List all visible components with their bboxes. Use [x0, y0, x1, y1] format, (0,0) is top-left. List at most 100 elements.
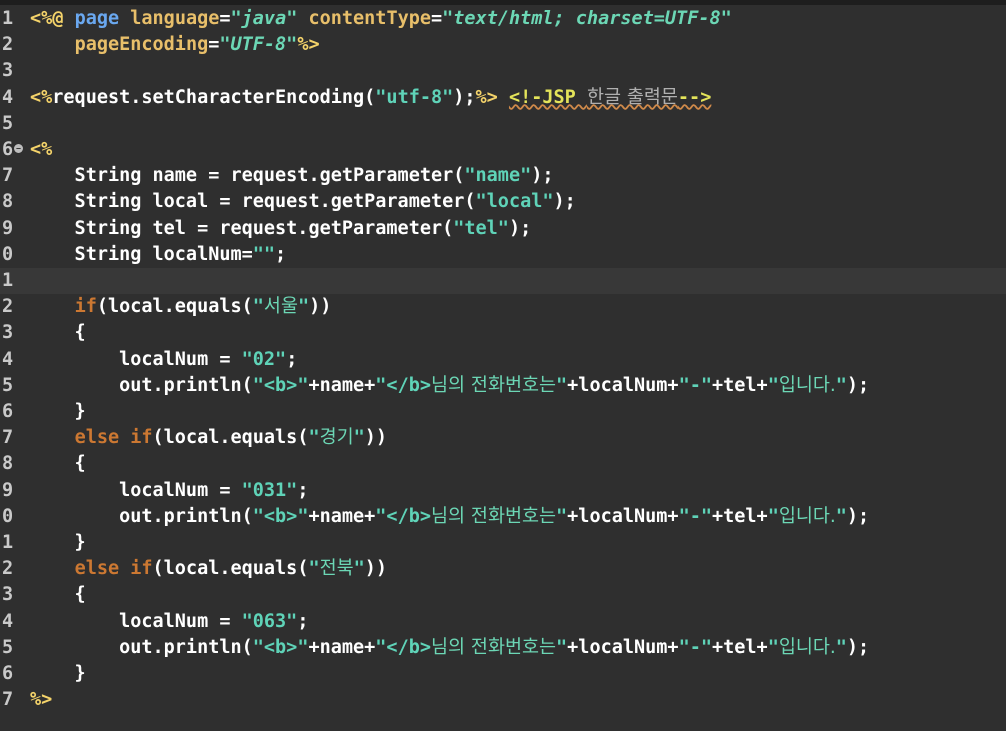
token: ; [275, 243, 287, 265]
token: localNum = [30, 479, 242, 501]
code-line[interactable]: 6 } [0, 399, 1006, 425]
code-text: <% [30, 137, 52, 163]
token: else if [74, 558, 153, 580]
token: "<b>" [252, 505, 309, 527]
code-line[interactable]: 8 String local = request.getParameter("l… [0, 189, 1006, 215]
code-line[interactable]: 8 { [0, 451, 1006, 477]
code-text: out.println("<b>"+name+"</b>님의 전화번호는"+lo… [30, 373, 869, 399]
token: String localNum= [30, 243, 253, 265]
code-line[interactable]: 1 <%@ page language="java" contentType="t… [0, 6, 1006, 32]
token: "utf-8" [375, 86, 454, 108]
code-editor[interactable]: 1 <%@ page language="java" contentType="t… [0, 0, 1006, 731]
token: { [30, 453, 86, 475]
token: (local.equals( [152, 427, 309, 449]
code-line[interactable]: 7 String name = request.getParameter("na… [0, 163, 1006, 189]
code-line[interactable]: 0 String localNum=""; [0, 242, 1006, 268]
code-line[interactable]: 5 out.println("<b>"+name+"</b>님의 전화번호는"+… [0, 635, 1006, 661]
token: String local = request.getParameter( [30, 191, 476, 213]
token: " [835, 374, 847, 396]
code-line[interactable]: 3 [0, 58, 1006, 84]
line-number: 9 [2, 217, 14, 239]
code-line[interactable]: 3 { [0, 582, 1006, 608]
code-line[interactable]: 3 { [0, 320, 1006, 346]
line-number: 7 [2, 165, 14, 187]
editor-top-border [0, 0, 1006, 5]
token: 한글 출력문 [586, 86, 678, 108]
code-line[interactable]: 4 localNum = "02"; [0, 347, 1006, 373]
token: (local.equals( [96, 296, 253, 318]
token: "tel" [453, 217, 509, 239]
code-text: } [30, 530, 86, 556]
code-line[interactable]: 0 out.println("<b>"+name+"</b>님의 전화번호는"+… [0, 504, 1006, 530]
token: ; [286, 348, 298, 370]
code-line[interactable]: 5 out.println("<b>"+name+"</b>님의 전화번호는"+… [0, 373, 1006, 399]
code-line[interactable]: 2 pageEncoding="UTF-8"%> [0, 32, 1006, 58]
line-number: 1 [2, 8, 14, 29]
code-line[interactable]: 6− <% [0, 137, 1006, 163]
token: )) [309, 296, 332, 318]
token: "java" [230, 8, 309, 29]
token: "<b>" [252, 636, 309, 658]
token: )) [364, 427, 388, 449]
token: pageEncoding [74, 34, 209, 56]
fold-toggle-icon[interactable]: − [14, 144, 23, 153]
token: String tel = request.getParameter( [30, 217, 454, 239]
code-text: <%@ page language="java" contentType="te… [30, 6, 732, 32]
token: " [556, 505, 568, 527]
code-line[interactable]: 6 } [0, 661, 1006, 687]
code-text: } [30, 399, 86, 425]
token: ); [531, 165, 554, 187]
token: +localNum+ [567, 374, 679, 396]
code-line[interactable]: 2 else if(local.equals("전북")) [0, 556, 1006, 582]
token: ); [453, 86, 476, 108]
line-number: 5 [2, 374, 14, 396]
code-text: String tel = request.getParameter("tel")… [30, 216, 532, 242]
token: " [835, 505, 847, 527]
line-number: 8 [2, 453, 14, 475]
token: %> [475, 86, 509, 108]
token: { [30, 584, 86, 606]
token: " [308, 427, 320, 449]
code-line[interactable]: 7 %> [0, 687, 1006, 713]
token: +name+ [308, 505, 376, 527]
token: <% [30, 139, 53, 160]
token: )) [364, 558, 388, 580]
code-line[interactable]: 1 } [0, 530, 1006, 556]
token: = [219, 8, 231, 29]
code-text: String local = request.getParameter("loc… [30, 189, 576, 215]
token: } [30, 401, 86, 422]
token: if [74, 296, 97, 318]
code-line[interactable]: 4 <%request.setCharacterEncoding("utf-8")… [0, 85, 1006, 111]
token: ; [297, 479, 309, 501]
code-line[interactable]: 2 if(local.equals("서울")) [0, 294, 1006, 320]
token: +tel+ [711, 636, 768, 658]
code-line[interactable]: 9 localNum = "031"; [0, 478, 1006, 504]
token: " [353, 558, 365, 580]
code-line[interactable]: 4 localNum = "063"; [0, 609, 1006, 635]
token: <%@ [30, 8, 75, 29]
token: +tel+ [711, 374, 768, 396]
token: " [767, 636, 779, 658]
token: +tel+ [711, 505, 768, 527]
token: ); [553, 191, 576, 213]
code-line[interactable]: 1 [0, 268, 1006, 294]
code-line[interactable]: 9 String tel = request.getParameter("tel… [0, 216, 1006, 242]
line-number: 7 [2, 689, 14, 711]
line-number: 4 [2, 86, 14, 108]
code-line[interactable]: 5 [0, 111, 1006, 137]
token: " [297, 296, 310, 318]
token: "-" [678, 374, 712, 396]
code-text: out.println("<b>"+name+"</b>님의 전화번호는"+lo… [30, 635, 869, 661]
token: "-" [678, 505, 712, 527]
token: "031" [241, 479, 298, 501]
token: " [835, 636, 847, 658]
code-text: localNum = "063"; [30, 609, 308, 635]
token: +name+ [308, 374, 376, 396]
line-number: 2 [2, 558, 14, 580]
code-line[interactable]: 7 else if(local.equals("경기")) [0, 425, 1006, 451]
code-text: pageEncoding="UTF-8"%> [30, 32, 320, 58]
code-text: String name = request.getParameter("name… [30, 163, 554, 189]
token: +localNum+ [567, 636, 679, 658]
